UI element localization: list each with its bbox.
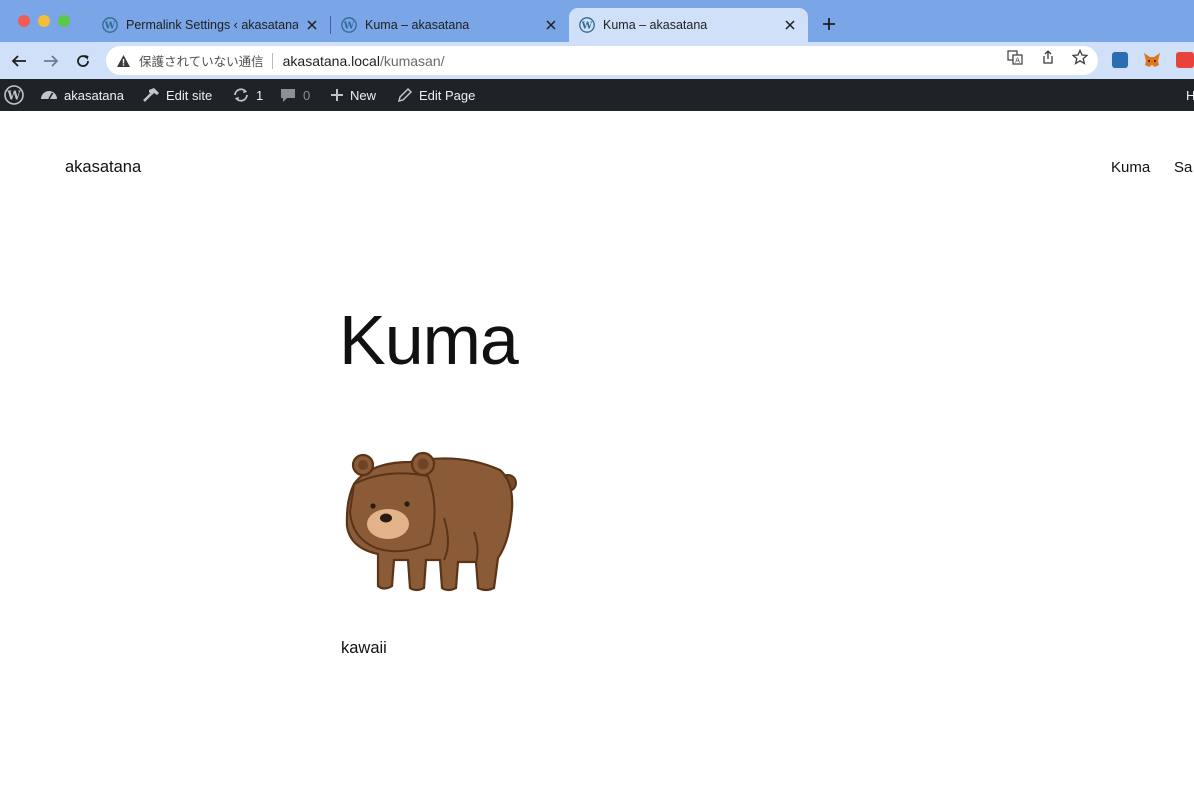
- edit-page-link[interactable]: Edit Page: [397, 79, 475, 111]
- address-separator: [271, 52, 273, 69]
- close-tab-icon[interactable]: [304, 17, 320, 33]
- url-path: /kumasan/: [379, 52, 445, 69]
- maximize-window-button[interactable]: [58, 15, 70, 27]
- plus-icon: [331, 89, 343, 101]
- hammer-icon: [143, 88, 159, 102]
- svg-text:W: W: [6, 88, 21, 102]
- url-host: akasatana.local: [282, 52, 380, 69]
- svg-text:W: W: [581, 21, 593, 32]
- edit-page-label: Edit Page: [419, 87, 476, 103]
- admin-site-name[interactable]: akasatana: [40, 79, 124, 111]
- security-status-text[interactable]: 保護されていない通信: [139, 51, 264, 70]
- extension-s-icon[interactable]: [1112, 52, 1128, 68]
- tab-title: Kuma – akasatana: [365, 18, 470, 32]
- tab-strip: W Permalink Settings ‹ akasatana — WordP…: [0, 0, 1194, 42]
- wordpress-icon: W: [341, 17, 357, 33]
- new-tab-button[interactable]: [819, 14, 839, 34]
- arrow-right-icon: [44, 55, 59, 67]
- close-tab-icon[interactable]: [782, 17, 798, 33]
- bear-illustration-icon: [345, 451, 517, 592]
- wordpress-icon: W: [102, 17, 118, 33]
- browser-tab[interactable]: W Permalink Settings ‹ akasatana — WordP…: [92, 8, 330, 42]
- forward-button[interactable]: [40, 50, 62, 72]
- new-content-link[interactable]: New: [330, 79, 376, 111]
- minimize-window-button[interactable]: [38, 15, 50, 27]
- address-bar[interactable]: 保護されていない通信 akasatana.local /kumasan/: [106, 46, 1098, 75]
- page-paragraph: kawaii: [341, 639, 387, 657]
- comments-count: 0: [303, 87, 311, 103]
- howdy-label: H: [1186, 87, 1194, 103]
- bookmark-star-icon[interactable]: [1071, 48, 1089, 66]
- wordpress-logo-icon[interactable]: W: [4, 79, 30, 111]
- reload-icon: [77, 55, 89, 67]
- updates-link[interactable]: 1: [232, 79, 263, 111]
- back-button[interactable]: [8, 50, 30, 72]
- page-title: Kuma: [339, 301, 519, 379]
- translate-icon[interactable]: A: [1006, 48, 1024, 66]
- svg-text:W: W: [104, 21, 116, 32]
- browser-toolbar: 保護されていない通信 akasatana.local /kumasan/ A: [0, 42, 1194, 79]
- pencil-icon: [397, 87, 413, 103]
- svg-text:W: W: [343, 21, 355, 32]
- share-icon[interactable]: [1039, 48, 1057, 66]
- comment-bubble-icon: [281, 89, 295, 102]
- extension-red-icon[interactable]: [1176, 52, 1194, 68]
- close-tab-icon[interactable]: [543, 17, 559, 33]
- comments-link[interactable]: 0: [279, 79, 310, 111]
- plus-icon: [823, 18, 835, 30]
- updates-count: 1: [256, 87, 264, 103]
- close-window-button[interactable]: [18, 15, 30, 27]
- tab-title: Kuma – akasatana: [603, 18, 708, 32]
- warning-icon[interactable]: [116, 53, 132, 69]
- updates-icon: [234, 88, 248, 102]
- tab-title: Permalink Settings ‹ akasatana — WordPre…: [126, 18, 298, 32]
- edit-site-label: Edit site: [166, 87, 213, 103]
- site-title[interactable]: akasatana: [65, 158, 141, 177]
- svg-text:A: A: [1015, 57, 1020, 65]
- browser-tab[interactable]: W Kuma – akasatana: [331, 8, 569, 42]
- edit-site-link[interactable]: Edit site: [142, 79, 212, 111]
- new-label: New: [350, 87, 377, 103]
- howdy-account-link[interactable]: H: [1186, 79, 1194, 111]
- wordpress-icon: W: [579, 17, 595, 33]
- metamask-fox-icon[interactable]: [1143, 52, 1160, 68]
- wp-admin-bar: W akasatana Edit site 1 0 New Edit Page …: [0, 79, 1194, 111]
- arrow-left-icon: [11, 55, 26, 67]
- browser-tab-active[interactable]: W Kuma – akasatana: [569, 8, 808, 42]
- nav-link-kuma[interactable]: Kuma: [1111, 159, 1150, 176]
- nav-link-sa[interactable]: Sa: [1174, 159, 1192, 176]
- dashboard-icon: [41, 91, 57, 100]
- reload-button[interactable]: [72, 50, 94, 72]
- admin-site-name-label: akasatana: [64, 87, 124, 103]
